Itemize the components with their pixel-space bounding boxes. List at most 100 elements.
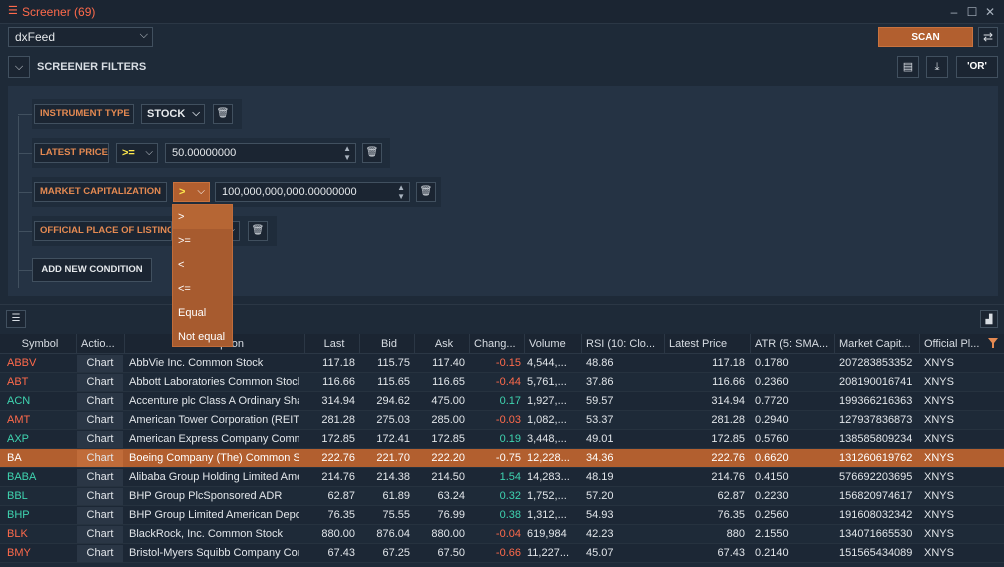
bar-chart-icon[interactable]: ▟ xyxy=(980,310,998,328)
condition-operator-select[interactable]: STOCK ⌵ xyxy=(141,104,205,124)
chart-button[interactable]: Chart xyxy=(77,507,123,524)
filter-icon[interactable] xyxy=(988,338,998,348)
minimize-icon[interactable]: – xyxy=(946,4,962,20)
table-row[interactable]: BLK Chart BlackRock, Inc. Common Stock 880.… xyxy=(0,525,1004,544)
column-header-volume[interactable]: Volume xyxy=(525,334,582,354)
cell-symbol: BBL xyxy=(7,490,28,502)
cell-bid: 75.55 xyxy=(382,509,410,521)
column-header-change[interactable]: Chang... xyxy=(470,334,525,354)
cell-atr: 0.2560 xyxy=(755,509,789,521)
column-header-symbol[interactable]: Symbol xyxy=(0,334,77,354)
condition-field[interactable]: INSTRUMENT TYPE xyxy=(34,104,134,124)
results-toolbar: ☰ ▟ xyxy=(0,304,1004,332)
cell-rsi: 48.86 xyxy=(586,357,614,369)
delete-condition-button[interactable]: 🗑 xyxy=(213,104,233,124)
cell-description: Abbott Laboratories Common Stock xyxy=(129,376,299,388)
swap-icon[interactable]: ⇄ xyxy=(978,27,998,47)
table-row[interactable]: ABBV Chart AbbVie Inc. Common Stock 117.18 1… xyxy=(0,354,1004,373)
condition-value-input[interactable]: 50.00000000 ▲ ▼ xyxy=(165,143,356,163)
table-row[interactable]: BHP Chart BHP Group Limited American Depos… xyxy=(0,506,1004,525)
condition-operator-select[interactable]: > ⌵ xyxy=(173,182,210,202)
cell-symbol: BABA xyxy=(7,471,37,483)
cell-latest: 67.43 xyxy=(717,547,745,559)
cell-last: 116.66 xyxy=(322,376,355,388)
cell-change: -0.15 xyxy=(495,357,521,369)
cell-place: XNYS xyxy=(924,509,954,521)
cell-latest: 172.85 xyxy=(711,433,745,445)
operator-option[interactable]: Not equal xyxy=(173,325,232,349)
download-icon[interactable]: ⤓ xyxy=(926,56,948,78)
table-row[interactable]: BABA Chart Alibaba Group Holding Limited A… xyxy=(0,468,1004,487)
cell-place: XNYS xyxy=(924,395,954,407)
operator-option[interactable]: Equal xyxy=(173,301,232,325)
operator-option[interactable]: <= xyxy=(173,277,232,301)
list-icon[interactable]: ☰ xyxy=(6,310,26,328)
cell-change: 0.38 xyxy=(499,509,521,521)
chevron-down-icon: ⌵ xyxy=(192,108,200,119)
cell-mcap: 576692203695 xyxy=(839,471,913,483)
table-row[interactable]: BA Chart Boeing Company (The) Common Stock… xyxy=(0,449,1004,468)
column-header-bid[interactable]: Bid xyxy=(360,334,415,354)
cell-description: Boeing Company (The) Common Stock xyxy=(129,452,299,464)
column-header-rsi[interactable]: RSI (10: Clo... xyxy=(582,334,665,354)
column-header-actions[interactable]: Actio... xyxy=(77,334,125,354)
chart-button[interactable]: Chart xyxy=(77,545,123,562)
data-source-select[interactable]: dxFeed ⌵ xyxy=(8,27,153,47)
table-header: Symbol Actio... Description Last Bid Ask… xyxy=(0,334,1004,354)
delete-condition-button[interactable]: 🗑 xyxy=(416,182,436,202)
column-header-latest-price[interactable]: Latest Price xyxy=(665,334,751,354)
maximize-icon[interactable]: ☐ xyxy=(964,4,980,20)
delete-condition-button[interactable]: 🗑 xyxy=(248,221,268,241)
table-row[interactable]: ACN Chart Accenture plc Class A Ordinary S… xyxy=(0,392,1004,411)
cell-mcap: 207283853352 xyxy=(839,357,913,369)
or-button[interactable]: 'OR' xyxy=(956,56,998,78)
save-icon[interactable]: ▤ xyxy=(897,56,919,78)
column-header-market-cap[interactable]: Market Capit... xyxy=(835,334,920,354)
condition-value-input[interactable]: 100,000,000,000.00000000 ▲ ▼ xyxy=(215,182,410,202)
condition-operator-select[interactable]: >= ⌵ xyxy=(116,143,158,163)
table-row[interactable]: BBL Chart BHP Group PlcSponsored ADR 62.87 6… xyxy=(0,487,1004,506)
column-header-ask[interactable]: Ask xyxy=(415,334,470,354)
chart-button[interactable]: Chart xyxy=(77,412,123,429)
column-header-atr[interactable]: ATR (5: SMA... xyxy=(751,334,835,354)
chart-button[interactable]: Chart xyxy=(77,374,123,391)
chart-button[interactable]: Chart xyxy=(77,450,123,467)
close-icon[interactable]: ✕ xyxy=(982,4,998,20)
chart-button[interactable]: Chart xyxy=(77,431,123,448)
cell-last: 172.85 xyxy=(321,433,355,445)
cell-atr: 0.5760 xyxy=(755,433,789,445)
collapse-filters-button[interactable]: ⌵ xyxy=(8,56,30,78)
spinner-icon[interactable]: ▲ ▼ xyxy=(397,183,405,201)
cell-bid: 67.25 xyxy=(382,547,410,559)
operator-option[interactable]: > xyxy=(173,205,232,229)
table-row[interactable]: AXP Chart American Express Company Common … xyxy=(0,430,1004,449)
cell-mcap: 151565434089 xyxy=(839,547,913,559)
chart-button[interactable]: Chart xyxy=(77,393,123,410)
table-row[interactable]: AMT Chart American Tower Corporation (REIT… xyxy=(0,411,1004,430)
chart-button[interactable]: Chart xyxy=(77,469,123,486)
operator-option[interactable]: < xyxy=(173,253,232,277)
chart-button[interactable]: Chart xyxy=(77,355,123,372)
cell-description: Accenture plc Class A Ordinary Shares xyxy=(129,395,299,407)
chart-button[interactable]: Chart xyxy=(77,526,123,543)
table-row[interactable]: BMY Chart Bristol-Myers Squibb Company Com… xyxy=(0,544,1004,563)
hamburger-icon[interactable]: ☰ xyxy=(8,6,18,17)
table-row[interactable]: ABT Chart Abbott Laboratories Common Stock… xyxy=(0,373,1004,392)
cell-symbol: BLK xyxy=(7,528,28,540)
condition-field[interactable]: LATEST PRICE xyxy=(34,143,109,163)
condition-field[interactable]: OFFICIAL PLACE OF LISTING xyxy=(34,221,172,241)
column-header-last[interactable]: Last xyxy=(305,334,360,354)
chart-button[interactable]: Chart xyxy=(77,488,123,505)
condition-field[interactable]: MARKET CAPITALIZATION xyxy=(34,182,167,202)
operator-option[interactable]: >= xyxy=(173,229,232,253)
cell-ask: 67.50 xyxy=(437,547,465,559)
cell-volume: 14,283... xyxy=(527,471,570,483)
add-condition-button[interactable]: ADD NEW CONDITION xyxy=(32,258,152,282)
column-header-official-place[interactable]: Official Pl... xyxy=(920,334,984,354)
cell-last: 62.87 xyxy=(327,490,355,502)
delete-condition-button[interactable]: 🗑 xyxy=(362,143,382,163)
filters-area: INSTRUMENT TYPE STOCK ⌵ 🗑 LATEST PRICE >… xyxy=(8,86,998,296)
cell-place: XNYS xyxy=(924,471,954,483)
spinner-icon[interactable]: ▲ ▼ xyxy=(343,144,351,162)
scan-button[interactable]: SCAN xyxy=(878,27,973,47)
